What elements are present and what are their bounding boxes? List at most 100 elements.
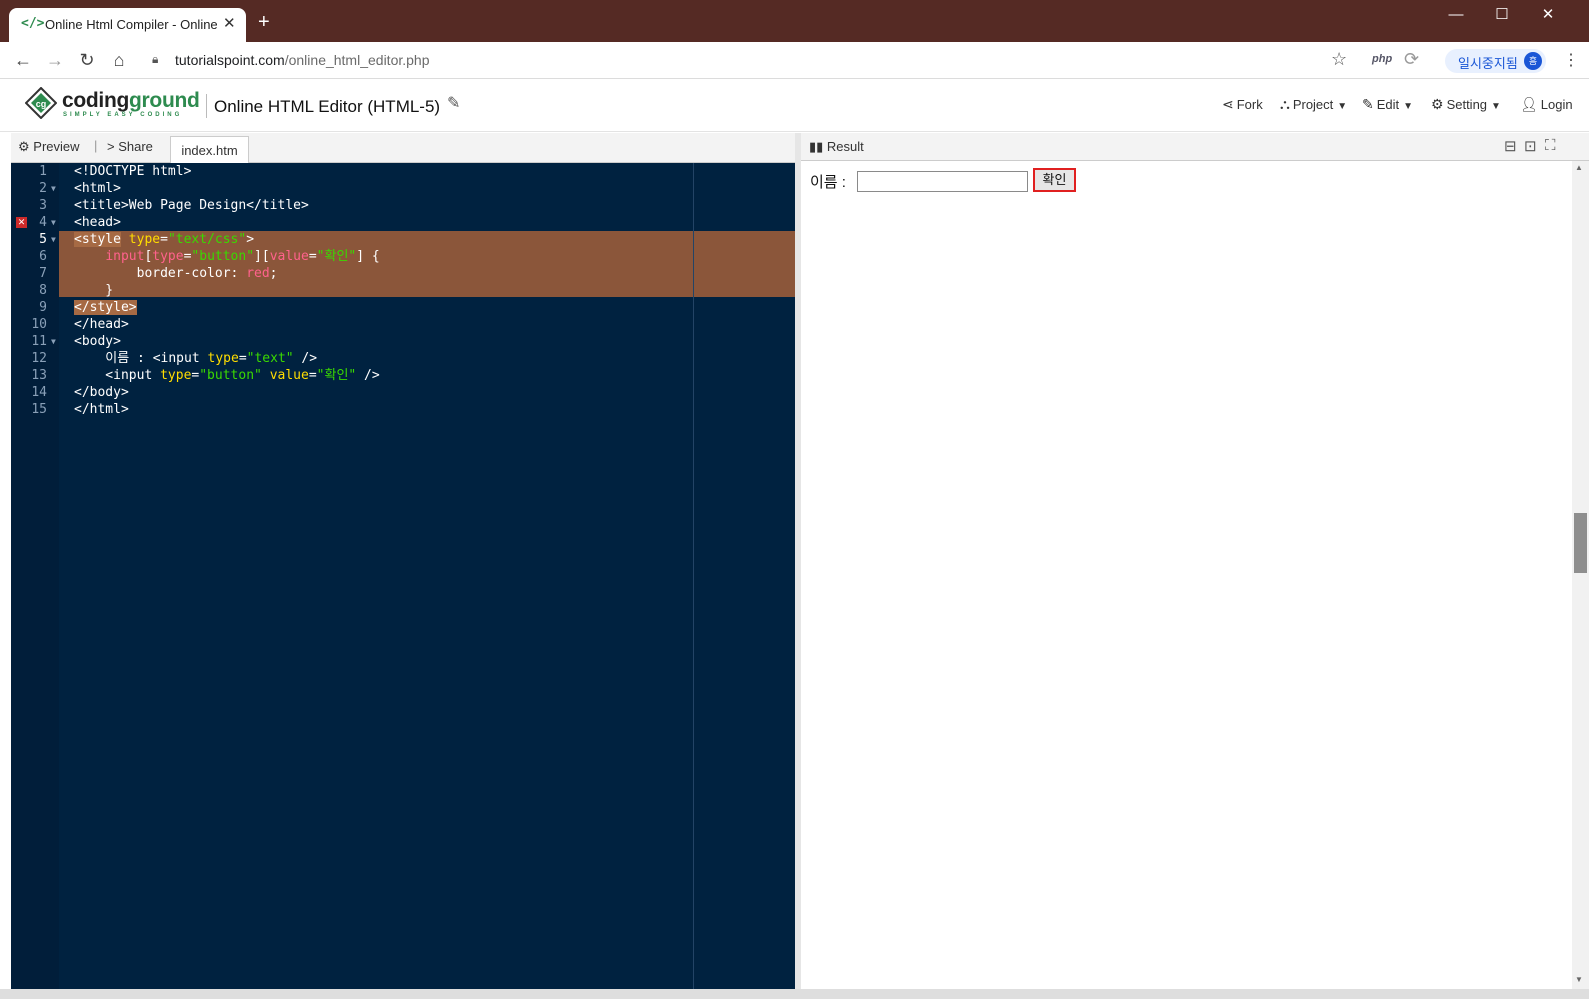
- address-bar[interactable]: tutorialspoint.com/online_html_editor.ph…: [175, 52, 430, 68]
- forward-arrow-icon[interactable]: →: [44, 49, 66, 71]
- code-text: input[type="button"][value="확인"] {: [105, 249, 380, 264]
- fork-icon: ⋖: [1222, 96, 1234, 112]
- code-text: </head>: [74, 317, 129, 332]
- terminal-arrow-icon: >: [107, 139, 119, 154]
- code-line: 8 }: [11, 282, 795, 299]
- toolbar-separator: |: [94, 138, 98, 153]
- logo-wordmark[interactable]: codingground: [62, 89, 200, 113]
- project-menu[interactable]: ⛬ Project ▼: [1280, 96, 1347, 113]
- fold-arrow-icon[interactable]: ▼: [51, 214, 56, 231]
- share-button[interactable]: > Share: [107, 139, 153, 154]
- code-line: 5 ▼ <style type="text/css">: [11, 231, 795, 248]
- avatar: 흠: [1524, 52, 1542, 70]
- preview-button[interactable]: ⚙ Preview: [18, 139, 80, 155]
- window-close-icon[interactable]: ✕: [1525, 0, 1571, 30]
- line-number: 13: [31, 368, 47, 383]
- setting-menu[interactable]: ⚙ Setting ▼: [1431, 96, 1501, 113]
- restore-icon[interactable]: ⊡: [1524, 137, 1537, 155]
- code-text: <html>: [74, 181, 121, 196]
- code-line: 7 border-color: red;: [11, 265, 795, 282]
- login-label: Login: [1540, 97, 1573, 112]
- scroll-down-icon[interactable]: ▼: [1575, 975, 1583, 984]
- line-number: 11: [31, 334, 47, 349]
- code-line: 14 </body>: [11, 384, 795, 401]
- line-number: 14: [31, 385, 47, 400]
- codingground-logo-icon[interactable]: cg: [25, 87, 57, 119]
- line-number: 12: [31, 351, 47, 366]
- site-header: cg codingground SIMPLY EASY CODING Onlin…: [0, 79, 1589, 132]
- fold-arrow-icon[interactable]: ▼: [51, 333, 56, 350]
- line-number: 10: [31, 317, 47, 332]
- extension-refresh-icon[interactable]: ⟳: [1404, 49, 1419, 70]
- fold-arrow-icon[interactable]: ▼: [51, 180, 56, 197]
- minimize-icon[interactable]: —: [1433, 0, 1479, 30]
- edit-icon: ✎: [1362, 96, 1374, 112]
- code-line: 13 <input type="button" value="확인" />: [11, 367, 795, 384]
- code-line: 10 </head>: [11, 316, 795, 333]
- bookmark-star-icon[interactable]: ☆: [1331, 49, 1347, 70]
- share-label: Share: [118, 139, 153, 154]
- code-text: </body>: [74, 385, 129, 400]
- line-number: 6: [39, 249, 47, 264]
- code-text: 이름 : <input type="text" />: [74, 351, 318, 366]
- bar-chart-icon: ▮▮: [809, 139, 827, 154]
- code-line: 15 </html>: [11, 401, 795, 418]
- code-text: border-color: red;: [74, 266, 278, 281]
- code-line: 11 ▼ <body>: [11, 333, 795, 350]
- profile-status-label: 일시중지됨: [1458, 56, 1518, 71]
- code-text: <body>: [74, 334, 121, 349]
- login-link[interactable]: 👤︎ Login: [1520, 96, 1573, 113]
- fold-arrow-icon[interactable]: ▼: [51, 231, 56, 248]
- chevron-down-icon: ▼: [1403, 101, 1414, 112]
- chevron-down-icon: ▼: [1337, 101, 1348, 112]
- code-line: 12 이름 : <input type="text" />: [11, 350, 795, 367]
- compress-icon[interactable]: ⊟: [1504, 137, 1517, 155]
- scroll-thumb[interactable]: [1574, 513, 1587, 573]
- tab-index-htm[interactable]: index.htm: [170, 136, 249, 164]
- page-title: Online HTML Editor (HTML-5): [214, 97, 441, 116]
- back-arrow-icon[interactable]: ←: [12, 49, 34, 71]
- chevron-down-icon: ▼: [1491, 101, 1501, 112]
- code-text: </html>: [74, 402, 129, 417]
- reload-icon[interactable]: ↻: [76, 49, 98, 71]
- code-text: <style type="text/css">: [74, 232, 255, 247]
- profile-paused-button[interactable]: 일시중지됨 흠: [1445, 49, 1546, 73]
- line-number: 7: [39, 266, 47, 281]
- code-line: 1 <!DOCTYPE html>: [11, 163, 795, 180]
- line-number: 4: [39, 215, 47, 230]
- fork-menu[interactable]: ⋖ Fork: [1222, 96, 1263, 113]
- result-label: Result: [826, 139, 864, 154]
- lock-icon[interactable]: 🔒︎: [152, 52, 158, 67]
- close-icon[interactable]: ✕: [223, 14, 236, 32]
- url-path: /online_html_editor.php: [284, 52, 430, 68]
- logo-word-coding: coding: [62, 89, 130, 112]
- bottom-border: [0, 989, 1589, 999]
- maximize-icon[interactable]: ☐: [1479, 0, 1525, 30]
- sitemap-icon: ⛬: [1280, 96, 1290, 112]
- browser-titlebar: </> Online Html Compiler - Online H ✕ + …: [0, 0, 1589, 42]
- name-text-input[interactable]: [857, 171, 1028, 192]
- gear-icon: ⚙: [1431, 96, 1444, 112]
- fullscreen-icon[interactable]: ⛶: [1545, 137, 1556, 154]
- code-text: </style>: [74, 300, 137, 315]
- more-menu-icon[interactable]: ⋮: [1563, 50, 1579, 70]
- line-number: 15: [31, 402, 47, 417]
- header-divider: [206, 94, 207, 118]
- edit-menu[interactable]: ✎ Edit ▼: [1362, 96, 1413, 113]
- new-tab-plus-icon[interactable]: +: [258, 12, 270, 32]
- gears-icon: ⚙: [18, 139, 34, 154]
- confirm-button[interactable]: 확인: [1033, 168, 1076, 192]
- scroll-up-icon[interactable]: ▲: [1575, 163, 1583, 172]
- name-label: 이름 :: [810, 174, 846, 191]
- php-extension-icon[interactable]: php: [1372, 53, 1392, 65]
- code-text: <head>: [74, 215, 121, 230]
- line-number: 3: [39, 198, 47, 213]
- logo-tagline: SIMPLY EASY CODING: [63, 112, 183, 118]
- edit-title-icon[interactable]: ✎: [447, 93, 460, 113]
- code-text: <input type="button" value="확인" />: [74, 368, 380, 383]
- code-editor[interactable]: 1 <!DOCTYPE html> 2 ▼ <html> 3 <title>We…: [11, 163, 795, 989]
- result-scrollbar[interactable]: ▲ ▼: [1572, 161, 1589, 989]
- browser-tab[interactable]: </> Online Html Compiler - Online H ✕: [9, 8, 246, 42]
- code-favicon-icon: </>: [21, 16, 45, 31]
- home-icon[interactable]: ⌂: [108, 49, 130, 71]
